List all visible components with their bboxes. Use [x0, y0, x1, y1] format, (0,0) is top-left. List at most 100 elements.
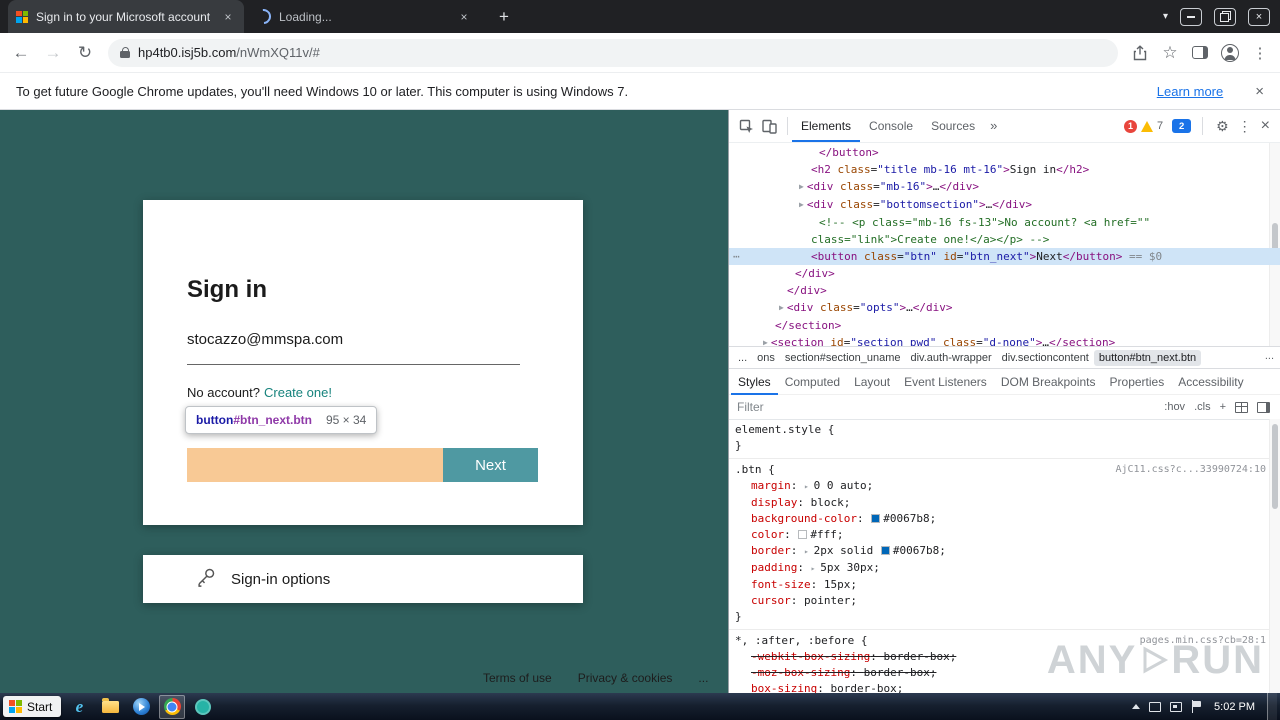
dom-tree-node[interactable]: </section> [729, 317, 1280, 334]
styles-scrollbar[interactable] [1269, 419, 1280, 693]
color-swatch[interactable] [798, 530, 808, 539]
css-property[interactable]: color: #fff; [735, 527, 1266, 543]
breadcrumb-item[interactable]: ons [752, 350, 780, 366]
css-property[interactable]: background-color: #0067b8; [735, 511, 1266, 527]
css-property[interactable]: box-sizing: border-box; [735, 681, 1266, 693]
dom-tree-node[interactable]: ▶ <div class="mb-16">…</div> [729, 178, 1280, 196]
css-property[interactable]: border: ▸ 2px solid #0067b8; [735, 543, 1266, 560]
color-swatch[interactable] [871, 514, 881, 523]
styles-tab-computed[interactable]: Computed [778, 369, 847, 395]
dom-tree-node[interactable]: </div> [729, 265, 1280, 282]
media-player-icon[interactable] [128, 695, 154, 719]
teal-app-icon[interactable] [190, 695, 216, 719]
breadcrumb-item[interactable]: div.auth-wrapper [906, 350, 997, 366]
learn-more-link[interactable]: Learn more [1157, 84, 1223, 99]
tray-window-icon[interactable] [1149, 701, 1162, 712]
tab-close-icon[interactable]: × [456, 10, 472, 24]
lock-icon[interactable] [120, 46, 130, 59]
issues-badge[interactable]: 2 [1172, 119, 1192, 133]
dom-tree-node[interactable]: ▶ <div class="opts">…</div> [729, 299, 1280, 317]
devtools-kebab-icon[interactable]: ⋮ [1238, 118, 1252, 135]
bookmark-star-icon[interactable]: ☆ [1156, 39, 1184, 67]
computed-styles-icon[interactable] [1235, 401, 1248, 413]
terms-link[interactable]: Terms of use [483, 671, 552, 685]
menu-kebab-icon[interactable]: ⋮ [1246, 39, 1274, 67]
maximize-button[interactable] [1214, 7, 1236, 26]
breadcrumb-item[interactable]: div.sectioncontent [997, 350, 1094, 366]
css-property[interactable]: display: block; [735, 495, 1266, 511]
footer-more-link[interactable]: ... [698, 671, 708, 685]
settings-gear-icon[interactable]: ⚙ [1216, 118, 1229, 135]
styles-tab-accessibility[interactable]: Accessibility [1171, 369, 1250, 395]
clock[interactable]: 5:02 PM [1214, 701, 1255, 713]
dom-tree-node[interactable]: <!-- <p class="mb-16 fs-13">No account? … [729, 214, 1280, 231]
devtools-close-icon[interactable]: × [1261, 117, 1270, 135]
styles-tab-layout[interactable]: Layout [847, 369, 897, 395]
css-property[interactable]: padding: ▸ 5px 30px; [735, 560, 1266, 577]
color-swatch[interactable] [880, 546, 890, 555]
css-rule[interactable]: *, :after, :before {pages.min.css?cb=28:… [729, 630, 1280, 693]
tab-sources[interactable]: Sources [922, 110, 984, 142]
create-account-link[interactable]: Create one! [264, 385, 332, 400]
tab-console[interactable]: Console [860, 110, 922, 142]
profile-avatar-icon[interactable] [1216, 39, 1244, 67]
email-input[interactable]: stocazzo@mmspa.com [187, 331, 343, 348]
breadcrumbs-overflow[interactable]: ... [1265, 350, 1274, 362]
styles-tab-dom-breakpoints[interactable]: DOM Breakpoints [994, 369, 1103, 395]
dom-tree-node[interactable]: ⋯ <button class="btn" id="btn_next">Next<… [729, 248, 1280, 265]
dom-tree-node[interactable]: <h2 class="title mb-16 mt-16">Sign in</h… [729, 161, 1280, 178]
tab-signin[interactable]: Sign in to your Microsoft account × [8, 0, 244, 33]
tab-loading[interactable]: Loading... × [248, 0, 480, 33]
dom-tree-node[interactable]: </button> [729, 144, 1280, 161]
toggle-hover-state[interactable]: :hov [1164, 401, 1185, 413]
tab-elements[interactable]: Elements [792, 110, 860, 142]
tray-network-icon[interactable] [1170, 701, 1183, 712]
dom-tree-node[interactable]: ▶ <section id="section_pwd" class="d-none… [729, 334, 1280, 346]
more-tabs-chevron[interactable]: » [984, 110, 1003, 142]
styles-tab-event-listeners[interactable]: Event Listeners [897, 369, 994, 395]
dom-tree-node[interactable]: ▶ <div class="bottomsection">…</div> [729, 196, 1280, 214]
new-style-rule-button[interactable]: + [1220, 401, 1226, 413]
device-toolbar-icon[interactable] [762, 119, 777, 134]
styles-filter-input[interactable] [737, 400, 1156, 414]
address-bar[interactable]: hp4tb0.isj5b.com/nWmXQ11v/# [108, 38, 1118, 67]
css-rule[interactable]: .btn {AjC11.css?c...33990724:10 margin: ▸… [729, 459, 1280, 630]
styles-tab-styles[interactable]: Styles [731, 369, 778, 395]
show-desktop-button[interactable] [1267, 693, 1277, 720]
css-property[interactable]: font-size: 15px; [735, 577, 1266, 593]
styles-tab-properties[interactable]: Properties [1103, 369, 1172, 395]
inspect-element-icon[interactable] [739, 119, 754, 134]
start-button[interactable]: Start [3, 696, 62, 717]
internet-explorer-icon[interactable]: e [66, 695, 92, 719]
action-center-flag-icon[interactable] [1191, 700, 1202, 713]
breadcrumb-item[interactable]: ... [733, 350, 752, 366]
reload-icon[interactable]: ↻ [70, 38, 100, 68]
share-icon[interactable] [1126, 39, 1154, 67]
tab-search-chevron-icon[interactable]: ▾ [1163, 11, 1168, 22]
toggle-class-editor[interactable]: .cls [1194, 401, 1211, 413]
dom-tree-node[interactable]: </div> [729, 282, 1280, 299]
privacy-link[interactable]: Privacy & cookies [578, 671, 673, 685]
css-property[interactable]: -webkit-box-sizing: border-box; [735, 649, 1266, 665]
tab-close-icon[interactable]: × [220, 10, 236, 24]
dom-tree-node[interactable]: class="link">Create one!</a></p> --> [729, 231, 1280, 248]
breadcrumb-item[interactable]: button#btn_next.btn [1093, 349, 1202, 366]
breadcrumb-item[interactable]: section#section_uname [780, 350, 906, 366]
new-tab-button[interactable]: + [492, 7, 516, 27]
close-button[interactable]: × [1248, 7, 1270, 26]
side-panel-icon[interactable] [1186, 39, 1214, 67]
console-error-badge[interactable]: 17 [1123, 119, 1163, 133]
css-property[interactable]: margin: ▸ 0 0 auto; [735, 478, 1266, 495]
back-icon[interactable]: ← [6, 38, 36, 68]
tray-expand-icon[interactable] [1132, 704, 1141, 709]
css-rule[interactable]: element.style {} [729, 419, 1280, 459]
sidebar-pane-icon[interactable] [1257, 401, 1270, 413]
css-property[interactable]: -moz-box-sizing: border-box; [735, 665, 1266, 681]
chrome-taskbar-icon[interactable] [159, 694, 186, 719]
signin-options-card[interactable]: Sign-in options [143, 555, 583, 603]
minimize-button[interactable] [1180, 7, 1202, 26]
css-property[interactable]: cursor: pointer; [735, 593, 1266, 609]
explorer-folder-icon[interactable] [97, 695, 123, 719]
infobar-close-icon[interactable]: × [1255, 83, 1264, 100]
next-button[interactable]: Next [443, 448, 538, 482]
